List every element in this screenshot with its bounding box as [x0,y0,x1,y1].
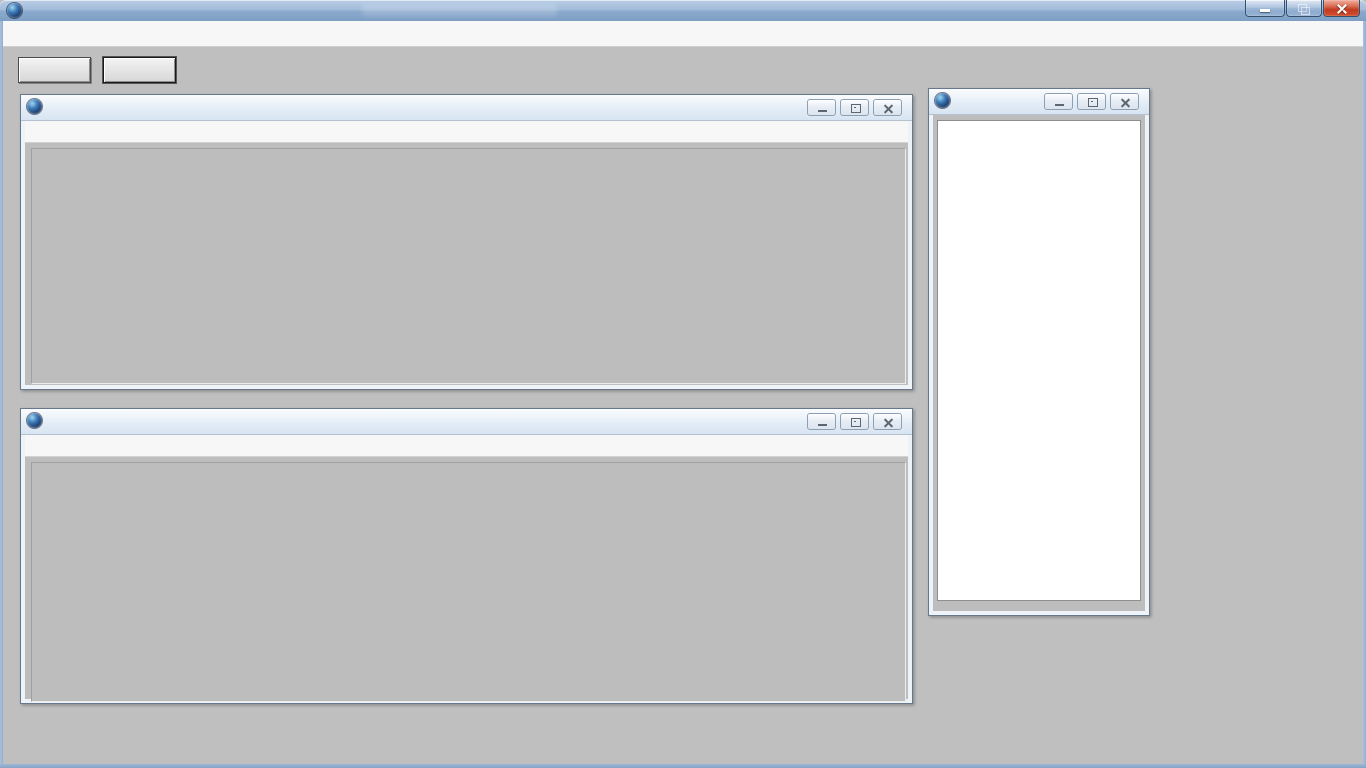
impedance-chart-panel [31,462,906,702]
minimize-button[interactable] [807,413,836,430]
main-menubar [3,21,1363,47]
test-data-window [928,88,1150,616]
sensitivity-curve-window [20,94,913,390]
close-button[interactable] [1323,0,1360,17]
sensitivity-window-titlebar[interactable] [21,95,912,121]
vi-icon [27,99,42,114]
restore-button[interactable] [840,99,869,116]
main-titlebar [0,0,1366,22]
sensitivity-chart-panel [31,148,906,384]
minimize-button[interactable] [1044,93,1073,110]
continuous-test-button[interactable] [103,57,176,83]
minimize-button[interactable] [1245,0,1285,17]
close-button[interactable] [873,413,902,430]
status-banner [939,122,1139,181]
test-data-table [937,120,1141,601]
impedance-curve-window [20,408,913,704]
impedance-window-titlebar[interactable] [21,409,912,435]
sensitivity-window-menubar [25,121,908,143]
test-data-window-titlebar[interactable] [929,89,1149,115]
restore-button[interactable] [840,413,869,430]
status-ok-text [939,126,948,175]
window-frame-left [0,21,3,765]
vi-icon [935,93,950,108]
test-data-rows [938,182,1140,600]
window-frame-bottom [0,764,1366,768]
single-test-button[interactable] [18,57,91,83]
test-data-window-client [933,115,1145,611]
vi-icon [27,413,42,428]
restore-button[interactable] [1077,93,1106,110]
close-button[interactable] [873,99,902,116]
minimize-button[interactable] [807,99,836,116]
maximize-button[interactable] [1286,0,1322,17]
close-button[interactable] [1110,93,1139,110]
background-window-ghost [362,4,557,16]
impedance-window-menubar [25,435,908,457]
app-icon [7,3,22,23]
